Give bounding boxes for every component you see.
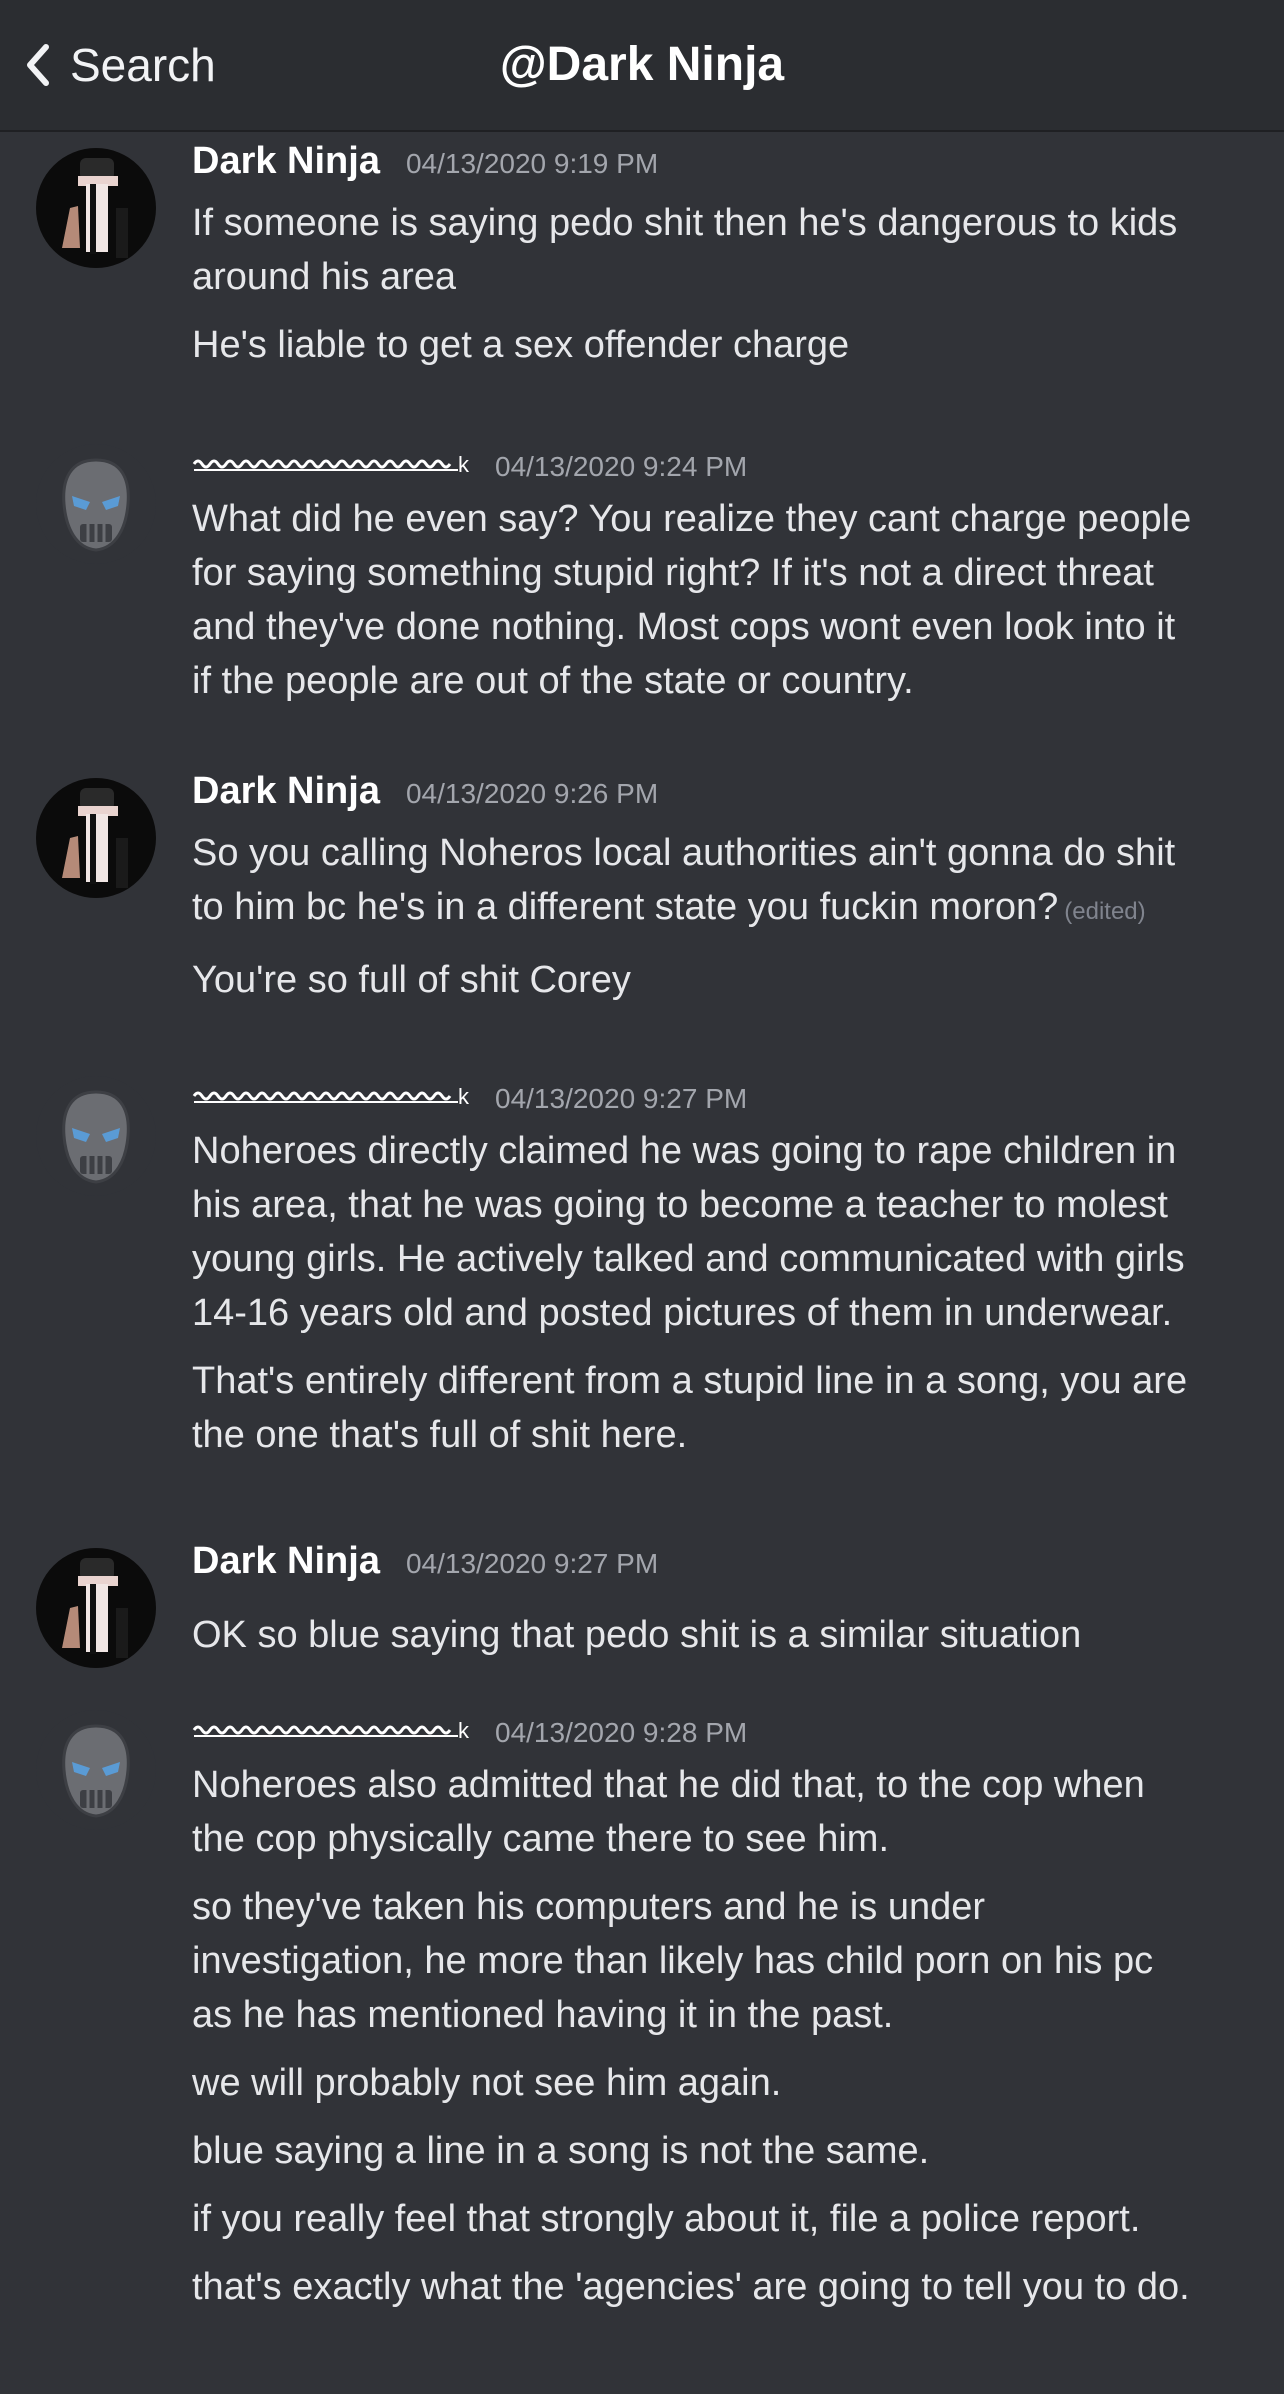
author-name[interactable]: Dark Ninja: [192, 770, 380, 813]
timestamp: 04/13/2020 9:19 PM: [405, 148, 659, 179]
skull-mask-avatar: [36, 1710, 156, 1830]
message-content: Dark Ninja 04/13/2020 9:27 PM OK so blue…: [192, 1540, 1262, 1676]
timestamp: 04/13/2020 9:27 PM: [405, 1548, 659, 1579]
message: What did he even say? You realize they c…: [192, 492, 1262, 708]
message: if you really feel that strongly about i…: [192, 2192, 1262, 2246]
message-content: k 04/13/2020 9:28 PM Noheroes also admit…: [192, 1702, 1262, 2328]
message-content: k 04/13/2020 9:24 PM What did he even sa…: [192, 436, 1262, 722]
message-line: young girls. He actively talked and comm…: [192, 1238, 1185, 1280]
message-line: for saying something stupid right? If it…: [192, 552, 1154, 594]
message-line: the cop physically came there to see him…: [192, 1818, 890, 1860]
ninja-avatar: [36, 778, 156, 898]
message-line: Noheroes also admitted that he did that,…: [192, 1764, 1145, 1806]
message-line: So you calling Noheros local authorities…: [192, 832, 1176, 874]
message-line: to him bc he's in a different state you …: [192, 886, 1059, 928]
message-line: the one that's full of shit here.: [192, 1414, 688, 1456]
message-line: we will probably not see him again.: [192, 2062, 782, 2104]
message: Noheroes directly claimed he was going t…: [192, 1124, 1262, 1340]
message-line: Noheroes directly claimed he was going t…: [192, 1130, 1177, 1172]
avatar[interactable]: [36, 444, 156, 564]
message-line: around his area: [192, 256, 457, 298]
channel-title: @Dark Ninja: [499, 38, 785, 91]
author-suffix: k: [458, 452, 469, 477]
message: So you calling Noheros local authorities…: [192, 826, 1262, 939]
message-line: and they've done nothing. Most cops wont…: [192, 606, 1176, 648]
author-suffix: k: [458, 1084, 469, 1109]
message-line: so they've taken his computers and he is…: [192, 1886, 986, 1928]
message: blue saying a line in a song is not the …: [192, 2124, 1262, 2178]
author-name[interactable]: Dark Ninja: [192, 140, 380, 183]
avatar[interactable]: [36, 1548, 156, 1668]
timestamp: 04/13/2020 9:26 PM: [405, 778, 659, 809]
message: That's entirely different from a stupid …: [192, 1354, 1262, 1462]
message: OK so blue saying that pedo shit is a si…: [192, 1608, 1262, 1662]
message: Noheroes also admitted that he did that,…: [192, 1758, 1262, 1866]
squiggle-name-graphic: [192, 1725, 458, 1737]
message: If someone is saying pedo shit then he's…: [192, 196, 1262, 304]
message-header: Dark Ninja 04/13/2020 9:27 PM: [192, 1540, 1262, 1596]
message: we will probably not see him again.: [192, 2056, 1262, 2110]
message-header: k 04/13/2020 9:24 PM: [192, 436, 1262, 492]
message-line: That's entirely different from a stupid …: [192, 1360, 1188, 1402]
edited-label: (edited): [1064, 898, 1146, 925]
timestamp: 04/13/2020 9:27 PM: [495, 1083, 748, 1114]
ninja-avatar: [36, 1548, 156, 1668]
author-name[interactable]: k: [192, 1068, 469, 1108]
author-name[interactable]: k: [192, 436, 469, 476]
message-line: if you really feel that strongly about i…: [192, 2198, 1141, 2240]
message-header: k 04/13/2020 9:27 PM: [192, 1068, 1262, 1124]
message-line: If someone is saying pedo shit then he's…: [192, 202, 1178, 244]
message-line: blue saying a line in a song is not the …: [192, 2130, 930, 2172]
avatar[interactable]: [36, 148, 156, 268]
avatar[interactable]: [36, 1710, 156, 1830]
message-line: You're so full of shit Corey: [192, 959, 631, 1001]
message-line: He's liable to get a sex offender charge: [192, 324, 850, 366]
timestamp: 04/13/2020 9:28 PM: [495, 1717, 748, 1748]
message-line: investigation, he more than likely has c…: [192, 1940, 1154, 1982]
message: You're so full of shit Corey: [192, 953, 1262, 1007]
ninja-avatar: [36, 148, 156, 268]
message-content: Dark Ninja 04/13/2020 9:26 PM So you cal…: [192, 770, 1262, 1021]
message-line: 14-16 years old and posted pictures of t…: [192, 1292, 1173, 1334]
skull-mask-avatar: [36, 444, 156, 564]
avatar[interactable]: [36, 1076, 156, 1196]
message-line: his area, that he was going to become a …: [192, 1184, 1168, 1226]
message-line: that's exactly what the 'agencies' are g…: [192, 2266, 1190, 2308]
timestamp: 04/13/2020 9:24 PM: [495, 451, 748, 482]
message-line: if the people are out of the state or co…: [192, 660, 914, 702]
author-suffix: k: [458, 1718, 469, 1743]
message-header: Dark Ninja 04/13/2020 9:26 PM: [192, 770, 1262, 826]
top-bar: Search @Dark Ninja: [0, 0, 1284, 132]
message-line: OK so blue saying that pedo shit is a si…: [192, 1614, 1082, 1656]
author-name[interactable]: Dark Ninja: [192, 1540, 380, 1583]
message-content: Dark Ninja 04/13/2020 9:19 PM If someone…: [192, 140, 1262, 386]
author-name[interactable]: k: [192, 1702, 469, 1742]
message-line: What did he even say? You realize they c…: [192, 498, 1192, 540]
squiggle-name-graphic: [192, 459, 458, 471]
squiggle-name-graphic: [192, 1091, 458, 1103]
message: so they've taken his computers and he is…: [192, 1880, 1262, 2042]
message-header: Dark Ninja 04/13/2020 9:19 PM: [192, 140, 1262, 196]
message-content: k 04/13/2020 9:27 PM Noheroes directly c…: [192, 1068, 1262, 1476]
message-header: k 04/13/2020 9:28 PM: [192, 1702, 1262, 1758]
message: that's exactly what the 'agencies' are g…: [192, 2260, 1262, 2314]
message: He's liable to get a sex offender charge: [192, 318, 1262, 372]
avatar[interactable]: [36, 778, 156, 898]
skull-mask-avatar: [36, 1076, 156, 1196]
message-line: as he has mentioned having it in the pas…: [192, 1994, 894, 2036]
